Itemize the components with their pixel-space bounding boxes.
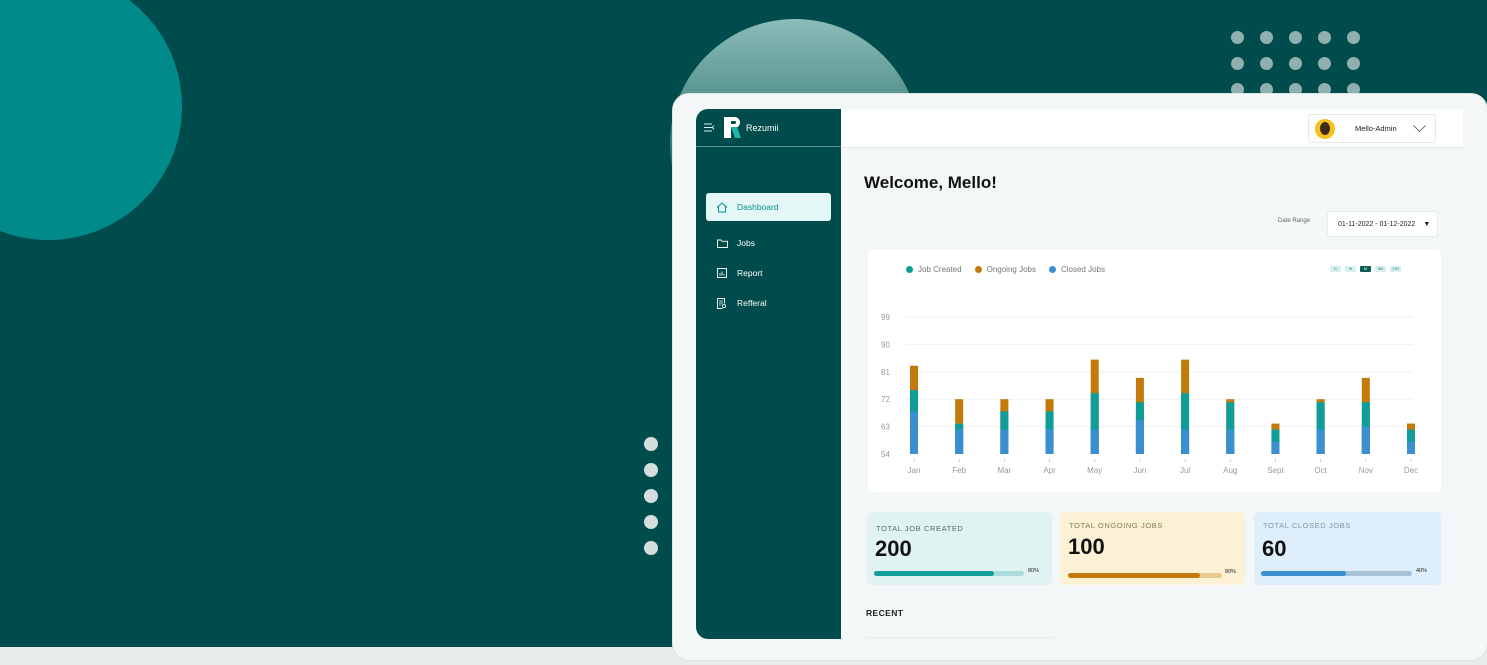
- x-tick-label: Jul: [1180, 466, 1190, 475]
- x-tick-label: Jun: [1133, 466, 1146, 475]
- bar-closed-jobs: [1407, 441, 1415, 454]
- bar-closed-jobs: [1135, 420, 1144, 454]
- collapse-menu-icon[interactable]: [704, 121, 718, 135]
- x-tick-label: Jan: [908, 466, 921, 475]
- sidebar-item-label: Refferal: [737, 298, 767, 308]
- decor-circle: [0, 0, 182, 240]
- progress-percent: 40%: [1416, 568, 1428, 574]
- stat-label: TOTAL CLOSED JOBS: [1263, 521, 1351, 530]
- bar-closed-jobs: [955, 429, 964, 454]
- progress-fill: [1261, 571, 1346, 576]
- stat-value: 100: [1068, 534, 1105, 559]
- brand-name: Rezumii: [746, 122, 779, 133]
- x-tick-label: Feb: [952, 466, 966, 475]
- progress-bar: [1068, 573, 1222, 578]
- date-range-label: Date Range: [1278, 218, 1311, 224]
- sidebar: Rezumii Dashboard Jobs Report Refferal: [696, 109, 841, 639]
- x-tick-label: Dec: [1404, 466, 1418, 475]
- progress-percent: 80%: [1028, 568, 1040, 574]
- sidebar-item-report[interactable]: Report: [706, 259, 831, 287]
- progress-bar: [1261, 571, 1412, 576]
- recent-heading: RECENT: [866, 608, 904, 618]
- x-tick-label: Mar: [997, 466, 1011, 475]
- y-tick-label: 72: [881, 395, 890, 404]
- progress-bar: [874, 571, 1024, 576]
- bar-closed-jobs: [910, 411, 918, 454]
- app-window: Rezumii Dashboard Jobs Report Refferal M…: [673, 94, 1487, 660]
- home-icon: [716, 201, 728, 213]
- progress-fill: [874, 571, 994, 576]
- x-tick-label: Oct: [1314, 466, 1327, 475]
- stat-card-ongoing-jobs: TOTAL ONGOING JOBS 100 80%: [1060, 512, 1245, 585]
- user-name: Mello-Admin: [1355, 124, 1397, 133]
- folder-icon: [716, 237, 728, 249]
- referral-icon: [716, 297, 728, 309]
- x-tick-label: Sept: [1267, 466, 1284, 475]
- date-range-value: 01-11-2022 - 01-12-2022: [1338, 220, 1416, 228]
- sidebar-header: Rezumii: [696, 109, 841, 147]
- y-tick-label: 90: [881, 340, 890, 349]
- stat-card-closed-jobs: TOTAL CLOSED JOBS 60 40%: [1254, 512, 1441, 585]
- sidebar-nav: Dashboard Jobs Report Refferal: [706, 193, 831, 319]
- stat-label: TOTAL JOB CREATED: [876, 524, 964, 533]
- x-tick-label: Nov: [1359, 466, 1373, 475]
- sidebar-item-label: Dashboard: [737, 202, 779, 212]
- page-title: Welcome, Mello!: [864, 173, 997, 192]
- top-bar: Mello-Admin: [841, 109, 1463, 148]
- rezumii-logo: [724, 117, 742, 138]
- bar-closed-jobs: [1226, 429, 1235, 454]
- y-tick-label: 81: [881, 368, 890, 377]
- avatar: [1315, 118, 1335, 139]
- bar-closed-jobs: [1361, 426, 1370, 454]
- stat-value: 60: [1262, 536, 1287, 561]
- bar-closed-jobs: [1316, 429, 1325, 454]
- stat-value: 200: [875, 536, 912, 561]
- y-tick-label: 54: [881, 450, 890, 459]
- x-tick-label: Aug: [1223, 466, 1237, 475]
- progress-fill: [1068, 573, 1201, 578]
- jobs-chart: Job Created Ongoing Jobs Closed Jobs D W…: [868, 250, 1441, 492]
- date-range-select[interactable]: 01-11-2022 - 01-12-2022 ▼: [1327, 211, 1438, 237]
- bar-closed-jobs: [1000, 429, 1009, 454]
- bar-closed-jobs: [1090, 429, 1099, 454]
- x-tick-label: Apr: [1043, 466, 1056, 475]
- bar-closed-jobs: [1271, 441, 1280, 454]
- sidebar-item-label: Jobs: [737, 238, 755, 248]
- stat-card-job-created: TOTAL JOB CREATED 200 80%: [867, 512, 1052, 585]
- caret-down-icon: ▼: [1423, 220, 1431, 228]
- divider: [866, 637, 1054, 638]
- x-tick-label: May: [1087, 466, 1102, 475]
- sidebar-item-jobs[interactable]: Jobs: [706, 229, 831, 257]
- sidebar-item-dashboard[interactable]: Dashboard: [706, 193, 831, 221]
- y-tick-label: 99: [881, 313, 890, 322]
- user-menu[interactable]: Mello-Admin: [1308, 114, 1436, 143]
- bar-closed-jobs: [1045, 429, 1054, 454]
- chart-plot: 54 63 72 81 90 99 Jan Feb Mar Apr May Jun Jul Aug Sept…: [881, 313, 1418, 475]
- stat-label: TOTAL ONGOING JOBS: [1069, 521, 1164, 530]
- chevron-down-icon: [1412, 124, 1426, 134]
- sidebar-item-refferal[interactable]: Refferal: [706, 289, 831, 317]
- bar-closed-jobs: [1181, 429, 1190, 454]
- report-icon: [716, 267, 728, 279]
- y-tick-label: 63: [881, 423, 890, 432]
- progress-percent: 80%: [1225, 569, 1237, 575]
- sidebar-item-label: Report: [737, 268, 763, 278]
